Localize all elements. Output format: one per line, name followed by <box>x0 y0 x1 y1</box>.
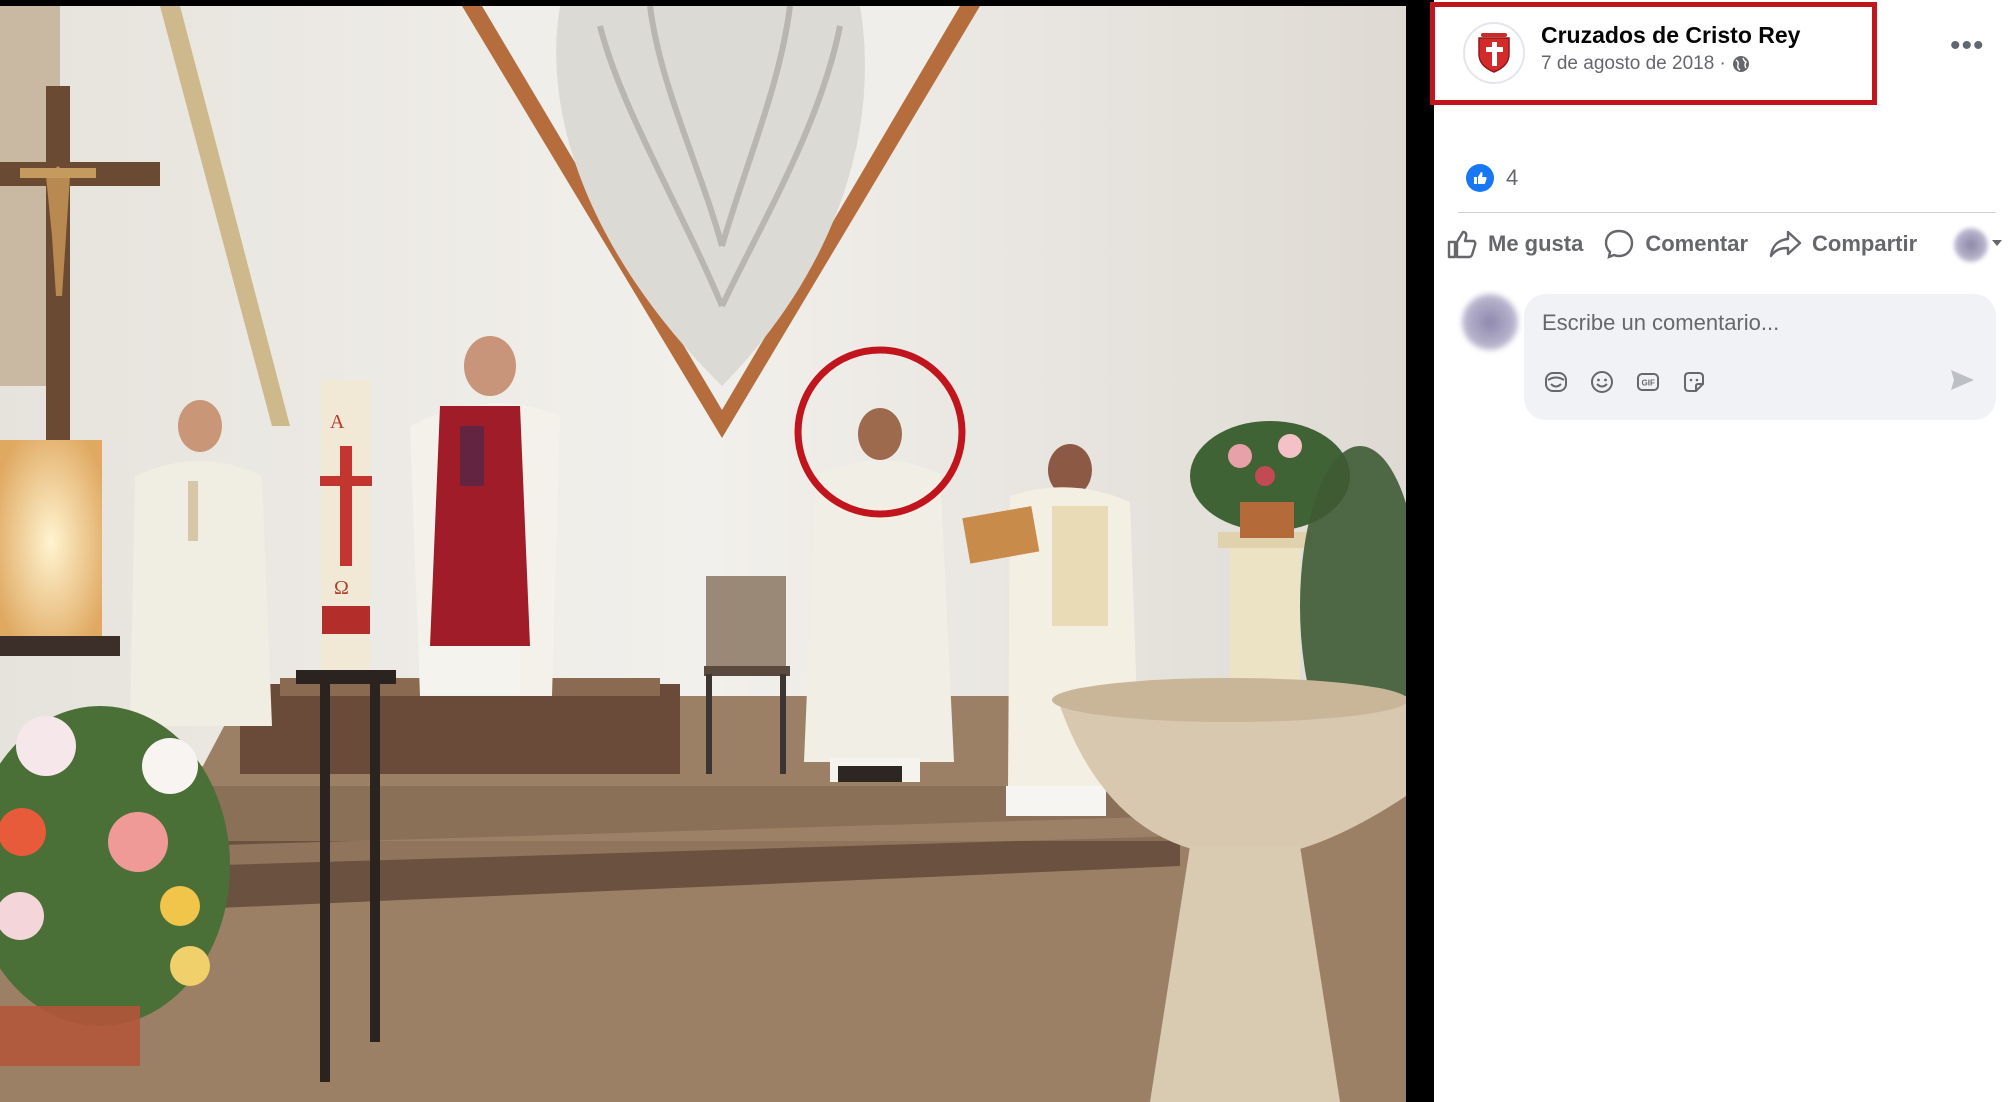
candle-alpha: A <box>330 411 345 433</box>
sticker-icon[interactable] <box>1680 368 1708 396</box>
photo-panel-gap <box>1406 0 1434 1102</box>
chevron-down-icon[interactable] <box>1992 240 2002 246</box>
church-altar-photo: A Ω <box>0 6 1406 1102</box>
share-label: Compartir <box>1812 231 1918 256</box>
svg-text:GIF: GIF <box>1642 379 1655 388</box>
comment-tools: GIF <box>1542 368 1708 396</box>
comment-bubble-icon <box>1605 229 1634 259</box>
emoji-icon[interactable] <box>1588 368 1616 396</box>
comment-label: Comentar <box>1645 231 1749 256</box>
comment-box: GIF <box>1524 294 1996 420</box>
send-icon[interactable] <box>1948 366 1976 399</box>
avatar-sticker-icon[interactable] <box>1542 368 1570 396</box>
post-side-panel <box>1434 0 2014 1102</box>
thumbs-up-icon <box>1447 230 1477 259</box>
actions-divider <box>1458 212 1996 213</box>
reaction-count: 4 <box>1506 165 1519 190</box>
gif-icon[interactable]: GIF <box>1634 368 1662 396</box>
like-button[interactable]: Me gusta <box>1446 229 1583 259</box>
comment-input[interactable] <box>1542 310 1962 336</box>
post-photo[interactable]: A Ω <box>0 6 1406 1102</box>
header-highlight-box <box>1430 2 1877 105</box>
share-button[interactable]: Compartir <box>1768 229 1917 259</box>
candle-omega: Ω <box>334 577 349 599</box>
reaction-summary[interactable]: 4 <box>1466 164 1518 192</box>
like-label: Me gusta <box>1488 231 1584 256</box>
post-actions-bar: Me gusta Comentar Compartir <box>1446 228 1937 260</box>
share-arrow-icon <box>1769 230 1802 258</box>
like-reaction-icon <box>1466 164 1494 192</box>
commenter-avatar <box>1462 294 1518 350</box>
more-options-icon[interactable]: ••• <box>1950 31 1985 61</box>
comment-button[interactable]: Comentar <box>1603 228 1748 260</box>
reaction-actor-avatar[interactable] <box>1954 228 1988 262</box>
